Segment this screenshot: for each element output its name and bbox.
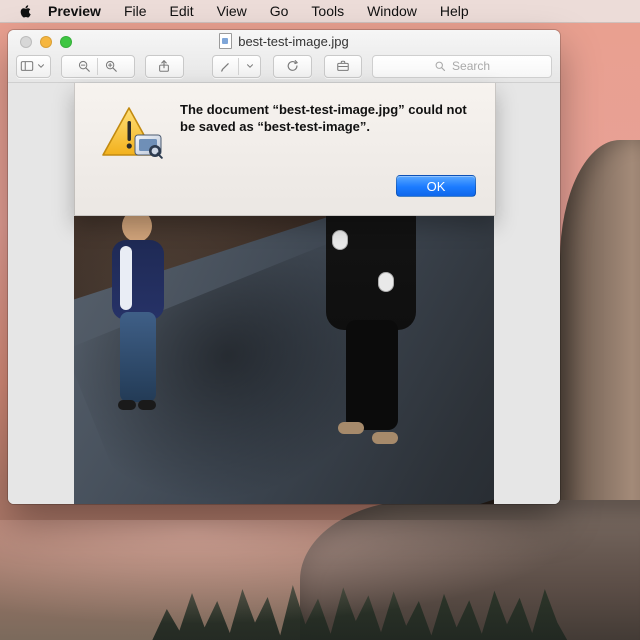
save-error-sheet: The document “best-test-image.jpg” could… (74, 83, 496, 216)
window-title-text: best-test-image.jpg (238, 33, 349, 49)
toolbox-icon (337, 60, 349, 71)
markup-button[interactable] (211, 54, 262, 78)
adult-shoe (338, 422, 364, 434)
search-placeholder: Search (452, 59, 491, 73)
warning-icon (102, 107, 163, 159)
window-title: best-test-image.jpg (8, 33, 560, 49)
haze (0, 520, 640, 640)
zoom-out-icon (79, 60, 91, 72)
document-viewport: The document “best-test-image.jpg” could… (8, 83, 560, 504)
adult-glove (332, 230, 348, 250)
markup-pen-icon (220, 62, 229, 72)
apple-menu[interactable] (18, 3, 34, 19)
zoom-in-icon (106, 60, 118, 72)
menu-help[interactable]: Help (440, 0, 469, 22)
adult-glove (378, 272, 394, 292)
document-icon (219, 33, 233, 49)
search-icon (435, 61, 446, 72)
rotate-button[interactable] (273, 54, 312, 78)
zoom-in-button[interactable] (104, 59, 118, 73)
menu-file[interactable]: File (124, 0, 147, 22)
menu-tools[interactable]: Tools (311, 0, 344, 22)
rotate-icon (287, 60, 298, 71)
menu-bar: Preview File Edit View Go Tools Window H… (0, 0, 640, 23)
child-shoe (138, 400, 156, 410)
share-button[interactable] (145, 54, 184, 78)
share-icon (159, 60, 170, 72)
zoom-out-button[interactable] (77, 59, 91, 73)
warning-preview-icon (101, 105, 165, 163)
toolbox-button[interactable] (323, 54, 363, 78)
child-jeans (120, 312, 156, 402)
search-field[interactable]: Search (372, 54, 552, 78)
menu-go[interactable]: Go (270, 0, 289, 22)
menu-edit[interactable]: Edit (170, 0, 194, 22)
adult-legs (346, 320, 398, 430)
toolbar-separator (97, 57, 99, 75)
chevron-down-icon (246, 64, 253, 68)
child-jacket-stripe (120, 246, 132, 310)
sidebar-icon (21, 61, 34, 71)
alert-message: The document “best-test-image.jpg” could… (180, 102, 467, 134)
toolbar-separator (237, 57, 239, 75)
menu-view[interactable]: View (217, 0, 247, 22)
preview-window: best-test-image.jpg Search The document … (8, 30, 560, 504)
photo-child (104, 210, 174, 420)
menu-window[interactable]: Window (367, 0, 417, 22)
menu-preview[interactable]: Preview (48, 0, 101, 22)
chevron-down-icon (38, 64, 45, 68)
zoom-controls (60, 54, 136, 78)
ok-button[interactable]: OK (396, 175, 476, 197)
apple-icon (20, 5, 31, 18)
toolbar: Search (16, 54, 552, 78)
window-titlebar: best-test-image.jpg Search (8, 30, 560, 83)
adult-shoe (372, 432, 398, 444)
child-shoe (118, 400, 136, 410)
sidebar-button[interactable] (16, 54, 51, 78)
